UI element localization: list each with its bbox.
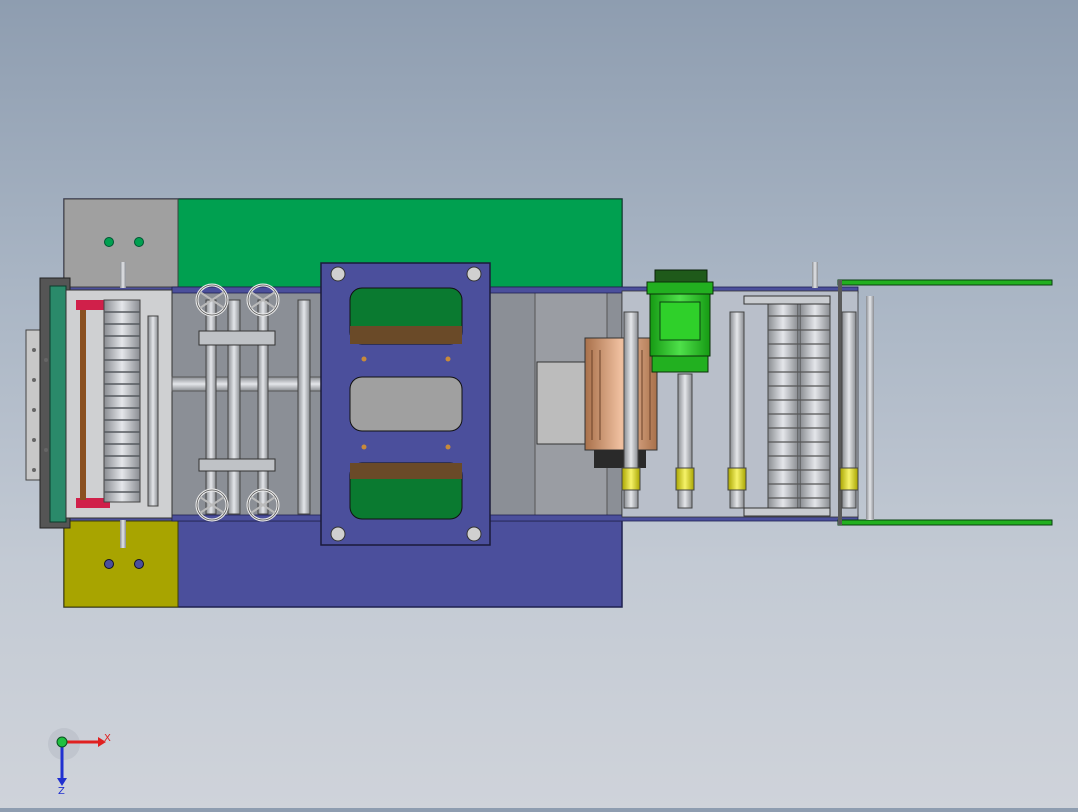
triad-z-label: Z (58, 786, 65, 797)
cad-viewport[interactable] (0, 0, 1078, 808)
coordinate-triad-icon (48, 728, 106, 786)
coordinate-triad: X Z (40, 728, 130, 798)
brush-roller (103, 299, 141, 503)
triad-x-label: X (104, 733, 111, 744)
green-motor (646, 269, 714, 373)
machine-model (25, 198, 1053, 608)
feed-head (25, 277, 173, 529)
central-cover-plate (320, 262, 491, 546)
